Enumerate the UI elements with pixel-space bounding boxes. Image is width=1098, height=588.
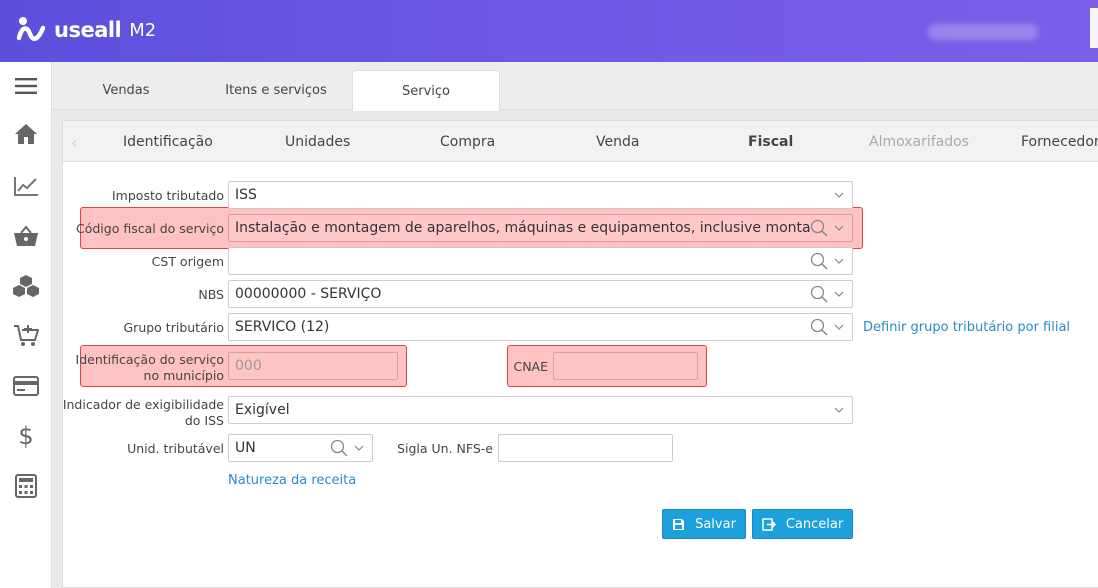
dollar-icon: $ bbox=[18, 422, 34, 450]
unid-label: Unid. tributável bbox=[127, 441, 224, 456]
subtab-almoxarifados[interactable]: Almoxarifados bbox=[869, 121, 969, 162]
exig-value: Exigível bbox=[235, 402, 290, 418]
exig-label-line-1: Indicador de exigibilidade bbox=[62, 397, 224, 412]
app-logo[interactable]: useall M2 bbox=[16, 16, 156, 44]
top-tabs: Vendas Itens e serviços Serviço bbox=[52, 62, 1098, 111]
sub-tabs: ‹ Identificação Unidades Compra Venda Fi… bbox=[63, 121, 1098, 162]
save-icon bbox=[673, 518, 685, 530]
save-button[interactable]: Salvar bbox=[662, 509, 746, 539]
tab-itens-servicos[interactable]: Itens e serviços bbox=[200, 70, 352, 110]
ident-placeholder: 000 bbox=[235, 358, 262, 374]
exigibilidade-select[interactable]: Exigível bbox=[228, 396, 853, 424]
sidebar-item-home[interactable] bbox=[0, 116, 52, 152]
imposto-value: ISS bbox=[235, 187, 257, 203]
imposto-label: Imposto tributado bbox=[112, 188, 224, 203]
unid-tributavel-select[interactable]: UN bbox=[228, 434, 373, 462]
topbar-edge bbox=[1090, 8, 1098, 48]
subtab-venda[interactable]: Venda bbox=[596, 121, 639, 162]
subtab-fiscal[interactable]: Fiscal bbox=[748, 121, 793, 162]
cancel-button[interactable]: Cancelar bbox=[752, 509, 853, 539]
chevron-down-icon bbox=[832, 320, 846, 334]
calculator-icon bbox=[15, 474, 37, 498]
search-icon[interactable] bbox=[810, 252, 828, 270]
search-icon[interactable] bbox=[810, 219, 828, 237]
grupo-tributario-select[interactable]: SERVICO (12) bbox=[228, 313, 853, 341]
ident-label-line-1: Identificação do serviço bbox=[75, 352, 224, 367]
save-label: Salvar bbox=[695, 516, 736, 532]
cart-add-icon bbox=[14, 325, 39, 346]
card-icon bbox=[13, 376, 39, 396]
unid-value: UN bbox=[235, 440, 256, 456]
definir-grupo-link[interactable]: Definir grupo tributário por filial bbox=[863, 320, 1070, 335]
sidebar-item-boxes[interactable] bbox=[0, 268, 52, 304]
nbs-label: NBS bbox=[198, 287, 224, 302]
imposto-select[interactable]: ISS bbox=[228, 181, 853, 209]
ident-label-line-2: no município bbox=[143, 368, 224, 383]
tab-vendas[interactable]: Vendas bbox=[52, 70, 200, 110]
subtab-compra[interactable]: Compra bbox=[440, 121, 495, 162]
logo-text: useall bbox=[54, 18, 122, 42]
sidebar-menu-button[interactable] bbox=[0, 68, 52, 104]
sidebar-item-calculator[interactable] bbox=[0, 468, 52, 504]
chevron-down-icon bbox=[832, 287, 846, 301]
top-bar: useall M2 bbox=[0, 0, 1098, 62]
logo-sub: M2 bbox=[129, 19, 157, 41]
user-info-blurred[interactable] bbox=[928, 24, 1038, 40]
sidebar-item-finance[interactable]: $ bbox=[0, 418, 52, 454]
subtab-unidades[interactable]: Unidades bbox=[285, 121, 350, 162]
sidebar-item-card[interactable] bbox=[0, 368, 52, 404]
cst-origem-select[interactable] bbox=[228, 247, 853, 275]
cancel-label: Cancelar bbox=[785, 516, 844, 532]
logo-mark-icon bbox=[16, 16, 46, 44]
sidebar-item-cart-add[interactable] bbox=[0, 318, 52, 354]
sigla-label: Sigla Un. NFS-e bbox=[397, 441, 493, 456]
exig-label: Indicador de exigibilidade do ISS bbox=[62, 397, 224, 429]
chevron-down-icon bbox=[352, 441, 366, 455]
menu-icon bbox=[15, 78, 37, 94]
sidebar: $ bbox=[0, 62, 52, 588]
subtab-fornecedores[interactable]: Fornecedore bbox=[1021, 121, 1098, 162]
search-icon[interactable] bbox=[810, 285, 828, 303]
nbs-value: 00000000 - SERVIÇO bbox=[235, 286, 382, 302]
sidebar-item-basket[interactable] bbox=[0, 218, 52, 254]
subtab-identificacao[interactable]: Identificação bbox=[123, 121, 213, 162]
codigo-fiscal-select[interactable]: Instalação e montagem de aparelhos, máqu… bbox=[228, 214, 853, 242]
chevron-down-icon bbox=[832, 188, 846, 202]
chevron-left-icon[interactable]: ‹ bbox=[71, 133, 77, 152]
grupo-value: SERVICO (12) bbox=[235, 319, 330, 335]
boxes-icon bbox=[13, 275, 39, 297]
ident-label: Identificação do serviço no município bbox=[62, 352, 224, 384]
codigo-value: Instalação e montagem de aparelhos, máqu… bbox=[235, 220, 810, 236]
chevron-down-icon bbox=[832, 403, 846, 417]
chart-icon bbox=[14, 177, 38, 196]
cst-label: CST origem bbox=[151, 254, 224, 269]
cnae-label: CNAE bbox=[513, 359, 548, 374]
tab-servico[interactable]: Serviço bbox=[352, 70, 500, 111]
basket-icon bbox=[14, 225, 38, 246]
exig-label-line-2: do ISS bbox=[184, 413, 224, 428]
chevron-down-icon bbox=[832, 254, 846, 268]
ident-servico-input[interactable]: 000 bbox=[228, 352, 398, 380]
sigla-nfse-input[interactable] bbox=[498, 434, 673, 462]
home-icon bbox=[15, 124, 37, 144]
search-icon[interactable] bbox=[330, 439, 348, 457]
chevron-down-icon bbox=[832, 221, 846, 235]
search-icon[interactable] bbox=[810, 318, 828, 336]
natureza-receita-link[interactable]: Natureza da receita bbox=[228, 473, 356, 488]
nbs-select[interactable]: 00000000 - SERVIÇO bbox=[228, 280, 853, 308]
codigo-label: Código fiscal do serviço bbox=[76, 221, 224, 236]
exit-icon bbox=[762, 517, 776, 531]
sidebar-item-chart[interactable] bbox=[0, 168, 52, 204]
grupo-label: Grupo tributário bbox=[123, 320, 225, 335]
cnae-input[interactable] bbox=[553, 352, 698, 380]
